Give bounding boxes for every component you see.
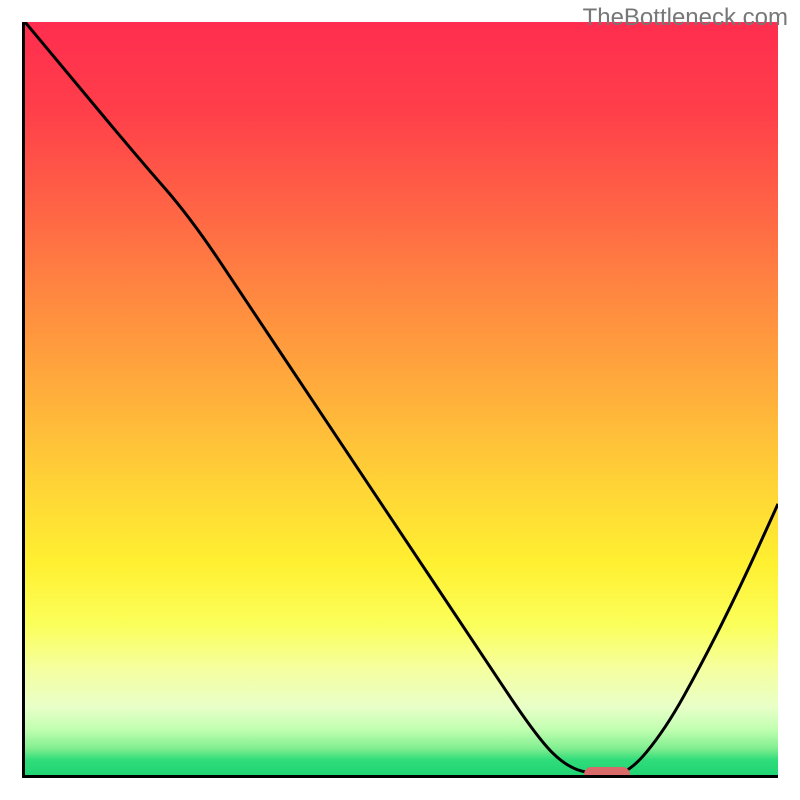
optimal-point-marker	[584, 767, 629, 778]
watermark-text: TheBottleneck.com	[583, 4, 788, 32]
chart-area	[22, 22, 778, 778]
bottleneck-curve	[25, 22, 778, 775]
